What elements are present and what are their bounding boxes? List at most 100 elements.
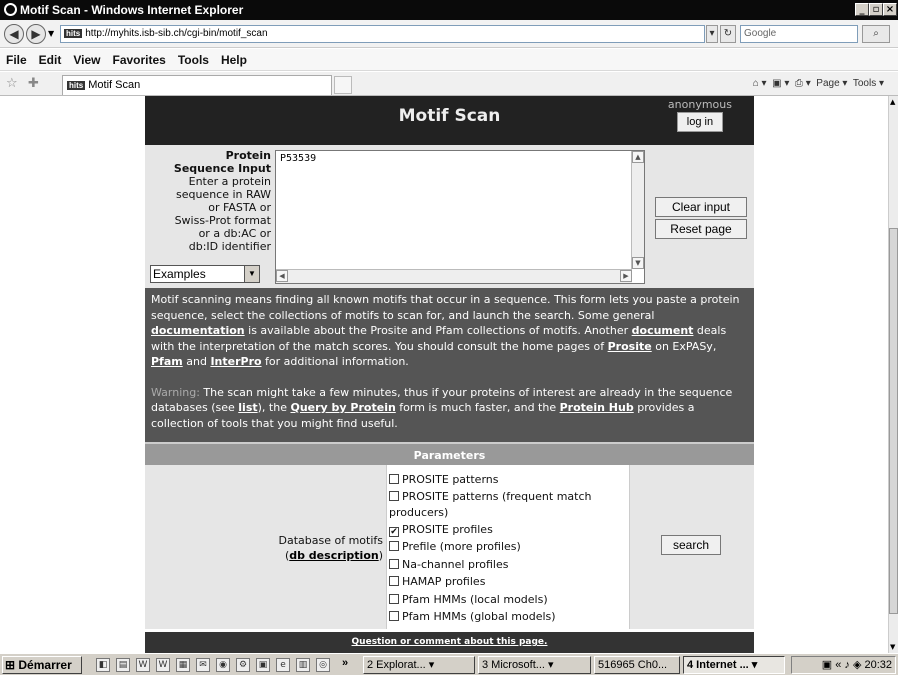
option-prosite-patterns[interactable]: PROSITE patterns <box>389 471 627 489</box>
forward-button[interactable]: ▶ <box>26 24 46 44</box>
tray-icons[interactable]: ▣ « ♪ ◈ <box>822 659 865 671</box>
task-document[interactable]: 516965 Ch0... <box>594 656 680 674</box>
clear-input-button[interactable]: Clear input <box>655 197 747 217</box>
db-description-link[interactable]: db description <box>289 549 378 562</box>
quicklaunch-calendar-icon[interactable]: ▥ <box>296 658 310 672</box>
close-button[interactable]: × <box>883 3 897 16</box>
quicklaunch-word-icon[interactable]: W <box>136 658 150 672</box>
textarea-vertical-scrollbar[interactable]: ▲ ▼ <box>631 151 644 269</box>
checkbox[interactable] <box>389 541 399 551</box>
menu-view[interactable]: View <box>67 49 106 71</box>
login-button[interactable]: log in <box>676 112 723 132</box>
option-hamap-profiles[interactable]: HAMAP profiles <box>389 573 627 591</box>
quicklaunch-word2-icon[interactable]: W <box>156 658 170 672</box>
quicklaunch-ie-icon[interactable]: e <box>276 658 290 672</box>
address-input[interactable]: hits http://myhits.isb-sib.ch/cgi-bin/mot… <box>60 25 705 43</box>
system-tray: ▣ « ♪ ◈ 20:32 <box>791 656 896 674</box>
search-input[interactable]: Google <box>740 25 858 43</box>
add-favorites-icon[interactable]: ✚ <box>28 76 39 91</box>
menu-help[interactable]: Help <box>215 49 253 71</box>
document-link[interactable]: document <box>632 324 694 337</box>
task-internet-explorer[interactable]: 4 Internet ... ▾ <box>683 656 785 674</box>
option-pfam-global[interactable]: Pfam HMMs (global models) <box>389 608 627 626</box>
checkbox[interactable] <box>389 490 399 501</box>
sequence-textarea[interactable]: P53539 <box>275 150 645 284</box>
quicklaunch-mail-icon[interactable]: ✉ <box>196 658 210 672</box>
checkbox[interactable] <box>389 593 399 604</box>
option-prosite-profiles[interactable]: ✔ PROSITE profiles <box>389 521 627 539</box>
page-scroll-down-icon[interactable]: ▼ <box>890 643 895 651</box>
documentation-link[interactable]: documentation <box>151 324 245 337</box>
search-go-icon[interactable]: ⌕ <box>862 25 890 43</box>
quicklaunch-other-icon[interactable]: ◎ <box>316 658 330 672</box>
quicklaunch-notepad-icon[interactable]: ▤ <box>116 658 130 672</box>
search-button[interactable]: search <box>661 535 721 555</box>
quicklaunch-desktop-icon[interactable]: ◧ <box>96 658 110 672</box>
option-prefile[interactable]: Prefile (more profiles) <box>389 538 627 556</box>
address-dropdown-icon[interactable]: ▾ <box>706 25 718 43</box>
option-na-channel-profiles[interactable]: Na-channel profiles <box>389 556 627 574</box>
option-label: PROSITE patterns <box>402 473 499 486</box>
textarea-horizontal-scrollbar[interactable]: ◀ ▶ <box>276 269 632 283</box>
scroll-down-icon[interactable]: ▼ <box>632 257 644 269</box>
new-tab-button[interactable] <box>334 76 352 94</box>
interpro-link[interactable]: InterPro <box>210 355 261 368</box>
taskbar: ⊞ Démarrer ◧ ▤ W W ▦ ✉ ◉ ⚙ ▣ e ▥ ◎ » 2 E… <box>0 653 898 675</box>
favorites-star-icon[interactable]: ☆ <box>6 76 18 91</box>
checkbox[interactable] <box>389 611 399 621</box>
menu-edit[interactable]: Edit <box>33 49 68 71</box>
tools-menu[interactable]: Tools ▾ <box>853 78 884 89</box>
scroll-up-icon[interactable]: ▲ <box>632 151 644 163</box>
warning-paragraph: Warning: The scan might take a few minut… <box>151 385 748 432</box>
task-microsoft[interactable]: 3 Microsoft... ▾ <box>478 656 591 674</box>
print-icon[interactable]: ⎙ ▾ <box>795 78 811 89</box>
task-label: 4 Internet ... ▾ <box>687 659 758 671</box>
page-footer: Question or comment about this page. <box>145 629 754 653</box>
feeds-icon[interactable]: ▣ ▾ <box>772 78 789 89</box>
page-title: Motif Scan <box>398 106 501 126</box>
examples-select-value: Examples <box>153 267 206 281</box>
page-menu[interactable]: Page ▾ <box>816 78 847 89</box>
pfam-link[interactable]: Pfam <box>151 355 183 368</box>
protein-hub-link[interactable]: Protein Hub <box>560 401 634 414</box>
checkbox[interactable] <box>389 558 399 569</box>
reset-page-button[interactable]: Reset page <box>655 219 747 239</box>
start-button[interactable]: ⊞ Démarrer <box>2 656 82 674</box>
quicklaunch-browser-icon[interactable]: ◉ <box>216 658 230 672</box>
motif-scan-page: Motif Scan anonymous log in Protein Sequ… <box>145 96 754 653</box>
scroll-right-icon[interactable]: ▶ <box>620 270 632 282</box>
quicklaunch-calc-icon[interactable]: ▣ <box>256 658 270 672</box>
tab-motif-scan[interactable]: hits Motif Scan <box>62 75 332 95</box>
menu-file[interactable]: File <box>0 49 33 71</box>
quicklaunch-tool-icon[interactable]: ⚙ <box>236 658 250 672</box>
database-label: Database of motifs (db description) <box>145 533 384 563</box>
address-toolbar: ◀ ▶ ▼ hits http://myhits.isb-sib.ch/cgi-b… <box>0 20 898 48</box>
question-comment-link[interactable]: Question or comment about this page. <box>352 637 548 647</box>
list-link[interactable]: list <box>238 401 257 414</box>
query-by-protein-link[interactable]: Query by Protein <box>290 401 395 414</box>
page-scroll-thumb[interactable] <box>889 228 898 614</box>
refresh-icon[interactable]: ↻ <box>720 25 736 43</box>
maximize-button[interactable]: ▫ <box>869 3 883 16</box>
prosite-link[interactable]: Prosite <box>608 340 652 353</box>
home-icon[interactable]: ⌂ ▾ <box>753 78 767 89</box>
checkbox[interactable] <box>389 474 399 484</box>
back-button[interactable]: ◀ <box>4 24 24 44</box>
checkbox-checked[interactable]: ✔ <box>389 526 399 537</box>
label-line: sequence in RAW <box>175 188 271 201</box>
examples-select[interactable]: Examples ▼ <box>150 265 260 283</box>
option-pfam-local[interactable]: Pfam HMMs (local models) <box>389 591 627 609</box>
option-prosite-patterns-frequent[interactable]: PROSITE patterns (frequent match produce… <box>389 489 627 521</box>
menu-favorites[interactable]: Favorites <box>106 49 171 71</box>
chevron-down-icon[interactable]: ▼ <box>244 266 259 282</box>
checkbox[interactable] <box>389 576 399 586</box>
label-line: or a db:AC or <box>198 227 271 240</box>
minimize-button[interactable]: _ <box>855 3 869 16</box>
quicklaunch-excel-icon[interactable]: ▦ <box>176 658 190 672</box>
menu-tools[interactable]: Tools <box>172 49 215 71</box>
taskbar-overflow-icon[interactable]: » <box>342 657 348 669</box>
task-explorer[interactable]: 2 Explorat... ▾ <box>363 656 475 674</box>
page-scroll-up-icon[interactable]: ▲ <box>890 98 895 106</box>
scroll-left-icon[interactable]: ◀ <box>276 270 288 282</box>
history-dropdown-icon[interactable]: ▼ <box>48 29 54 38</box>
